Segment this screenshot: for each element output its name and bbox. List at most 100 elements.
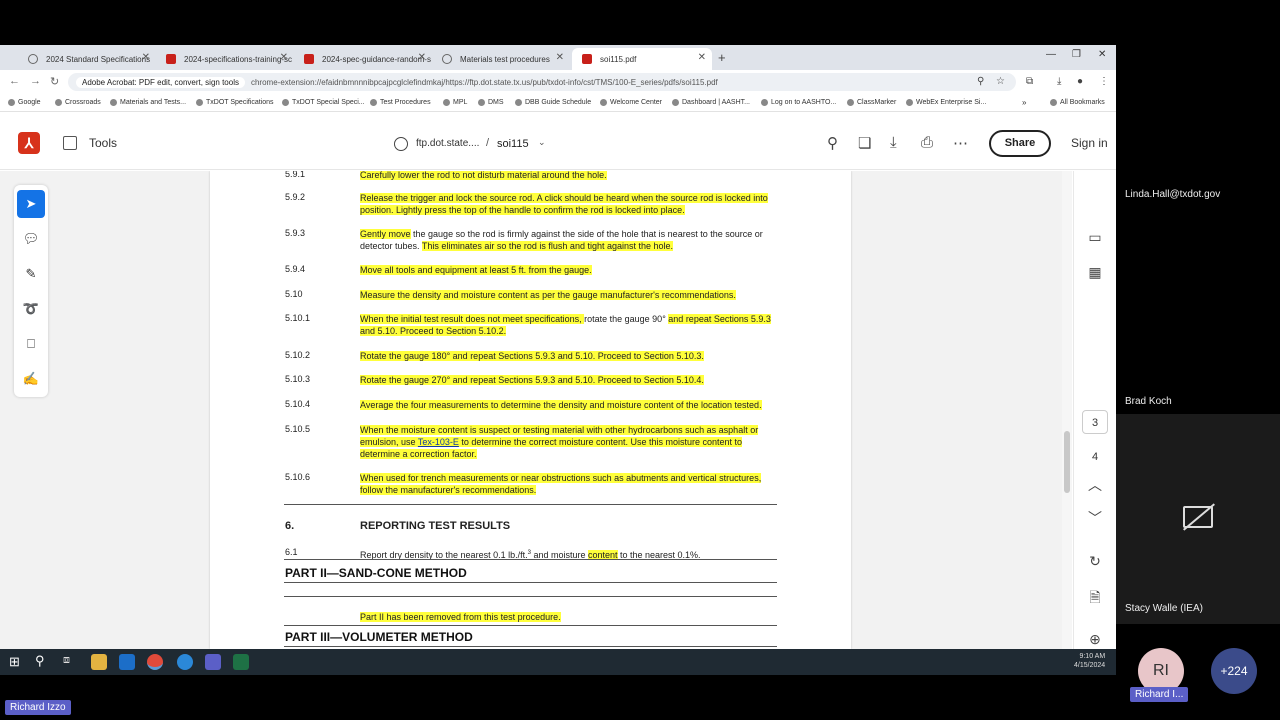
chevron-down-icon[interactable]: ﹀ (1085, 508, 1105, 528)
tab-standard-specifications[interactable]: 2024 Standard Specifications ✕ (18, 48, 156, 70)
reload-icon[interactable]: ↻ (50, 75, 59, 88)
tab-soi115[interactable]: soi115.pdf ✕ (572, 48, 712, 70)
bookmark-dashboard[interactable]: Dashboard | AASHT... (672, 99, 750, 106)
bookmark-txdot-specs[interactable]: TxDOT Specifications (196, 99, 274, 106)
tools-label[interactable]: Tools (89, 136, 117, 150)
all-bookmarks[interactable]: All Bookmarks (1050, 99, 1105, 106)
more-participants-button[interactable]: +224 (1211, 648, 1257, 694)
vertical-scrollbar[interactable] (1062, 171, 1072, 649)
share-button[interactable]: Share (989, 130, 1051, 157)
camera-off-icon (1183, 506, 1213, 528)
draw-icon[interactable]: ➰ (17, 295, 45, 323)
highlight: Average the four measurements to determi… (360, 400, 762, 410)
tools-grid-icon[interactable] (63, 136, 77, 150)
back-icon[interactable]: ← (9, 75, 20, 87)
pages-icon[interactable]: ❏ (858, 134, 871, 152)
extensions-icon[interactable]: ⧉ (1026, 76, 1033, 87)
bookmark-aashto[interactable]: Log on to AASHTO... (761, 99, 836, 106)
tab-materials-test-procedures[interactable]: Materials test procedures ✕ (432, 48, 570, 70)
download-icon[interactable]: ⤓ (1057, 76, 1061, 87)
new-tab-icon[interactable]: + (718, 50, 726, 65)
step-text: Gently move the gauge so the rod is firm… (360, 228, 776, 252)
tab-spec-guidance[interactable]: 2024-spec-guidance-random-s ✕ (294, 48, 432, 70)
menu-icon[interactable]: ⋮ (1099, 76, 1109, 87)
bookmark-welcome-center[interactable]: Welcome Center (600, 99, 662, 106)
zoom-in-icon[interactable]: ⊕ (1085, 631, 1105, 648)
bookmark-google[interactable]: Google (8, 99, 41, 106)
chevron-down-icon[interactable]: ⌄ (538, 137, 546, 148)
windows-start-icon[interactable]: ⊞ (9, 654, 20, 670)
excel-icon[interactable] (233, 654, 249, 670)
sign-icon[interactable]: ✍ (17, 365, 45, 393)
file-explorer-icon[interactable] (91, 654, 107, 670)
text-box-icon[interactable]: ⎕ (17, 330, 45, 358)
star-icon[interactable]: ☆ (996, 76, 1005, 87)
zoom-icon[interactable]: ⚲ (977, 76, 984, 87)
shared-screen: 2024 Standard Specifications ✕ 2024-spec… (0, 45, 1116, 675)
forward-icon[interactable]: → (30, 75, 41, 87)
profile-icon[interactable]: ● (1077, 76, 1083, 87)
thumbnails-icon[interactable]: ▦ (1085, 264, 1105, 281)
chrome-icon[interactable] (147, 654, 163, 670)
participant-name: Stacy Walle (IEA) (1125, 603, 1203, 614)
part-note: Part II has been removed from this test … (360, 611, 776, 623)
highlight: When used for trench measurements or nea… (360, 473, 762, 495)
search-icon[interactable]: ⚲ (35, 653, 45, 669)
tab-specifications-training[interactable]: 2024-specifications-training-sc ✕ (156, 48, 294, 70)
close-icon[interactable]: ✕ (698, 52, 706, 63)
sign-in-link[interactable]: Sign in (1071, 136, 1108, 150)
step-number: 5.9.3 (285, 228, 306, 238)
url-text: chrome-extension://efaidnbmnnnibpcajpcgl… (250, 77, 718, 87)
maximize-icon[interactable]: ❐ (1072, 49, 1081, 60)
comment-icon[interactable]: 💬︎ (17, 225, 45, 253)
search-icon[interactable]: ⚲ (827, 134, 838, 152)
refresh-icon[interactable]: ↻ (1085, 553, 1105, 570)
step-number: 5.10 (285, 289, 303, 299)
window-close-icon[interactable]: ✕ (1098, 49, 1106, 60)
pdf-icon (166, 54, 176, 64)
more-bookmarks-icon[interactable]: » (1022, 98, 1026, 107)
bookmark-classmarker[interactable]: ClassMarker (847, 99, 896, 106)
bookmark-crossroads[interactable]: Crossroads (55, 99, 101, 106)
download-icon[interactable]: ⤓ (890, 134, 897, 151)
more-options-icon[interactable]: ⋯ (953, 134, 968, 152)
taskbar-clock[interactable]: 9:10 AM 4/15/2024 (1074, 652, 1105, 670)
tex-103-e-link[interactable]: Tex-103-E (417, 437, 459, 447)
bookmark-test-procedures[interactable]: Test Procedures (370, 99, 431, 106)
close-icon[interactable]: ✕ (556, 52, 564, 63)
bookmark-materials[interactable]: Materials and Tests... (110, 99, 186, 106)
doc-name[interactable]: soi115 (497, 138, 529, 150)
page-number[interactable]: 4 (1082, 445, 1108, 469)
close-icon[interactable]: ✕ (280, 52, 288, 63)
select-cursor-icon[interactable]: ➤ (17, 190, 45, 218)
address-row: ← → ↻ Adobe Acrobat: PDF edit, convert, … (0, 70, 1116, 94)
pdf-viewer[interactable]: 5.9.1 Carefully lower the rod to not dis… (0, 171, 1072, 649)
task-view-icon[interactable]: ⧈ (63, 654, 70, 667)
teams-icon[interactable] (205, 654, 221, 670)
bookmark-dbb[interactable]: DBB Guide Schedule (515, 99, 591, 106)
scroll-thumb[interactable] (1064, 431, 1070, 493)
section-divider (284, 646, 777, 647)
bookmark-dms[interactable]: DMS (478, 99, 504, 106)
edge-icon[interactable] (177, 654, 193, 670)
close-icon[interactable]: ✕ (142, 52, 150, 63)
chevron-up-icon[interactable]: ︿ (1085, 475, 1105, 495)
print-icon[interactable]: ⎙ (921, 134, 933, 151)
comments-panel-icon[interactable]: ▭ (1085, 229, 1105, 246)
highlight: Release the trigger and lock the source … (360, 193, 768, 215)
section-divider (284, 559, 777, 560)
pdf-icon (304, 54, 314, 64)
bookmark-txdot-special[interactable]: TxDOT Special Speci... (282, 99, 365, 106)
highlight-pen-icon[interactable]: ✎ (17, 260, 45, 288)
close-icon[interactable]: ✕ (418, 52, 426, 63)
page-number-current[interactable]: 3 (1082, 410, 1108, 434)
globe-icon (28, 54, 38, 64)
bookmark-webex[interactable]: WebEx Enterprise Si... (906, 99, 986, 106)
outlook-icon[interactable] (119, 654, 135, 670)
minimize-icon[interactable]: — (1046, 49, 1056, 60)
acrobat-logo-icon[interactable]: ⅄ (18, 132, 40, 154)
address-bar[interactable]: Adobe Acrobat: PDF edit, convert, sign t… (68, 73, 1016, 91)
site-chip[interactable]: Adobe Acrobat: PDF edit, convert, sign t… (76, 76, 245, 88)
save-file-icon[interactable]: 🗎︎ (1085, 587, 1105, 611)
bookmark-mpl[interactable]: MPL (443, 99, 467, 106)
